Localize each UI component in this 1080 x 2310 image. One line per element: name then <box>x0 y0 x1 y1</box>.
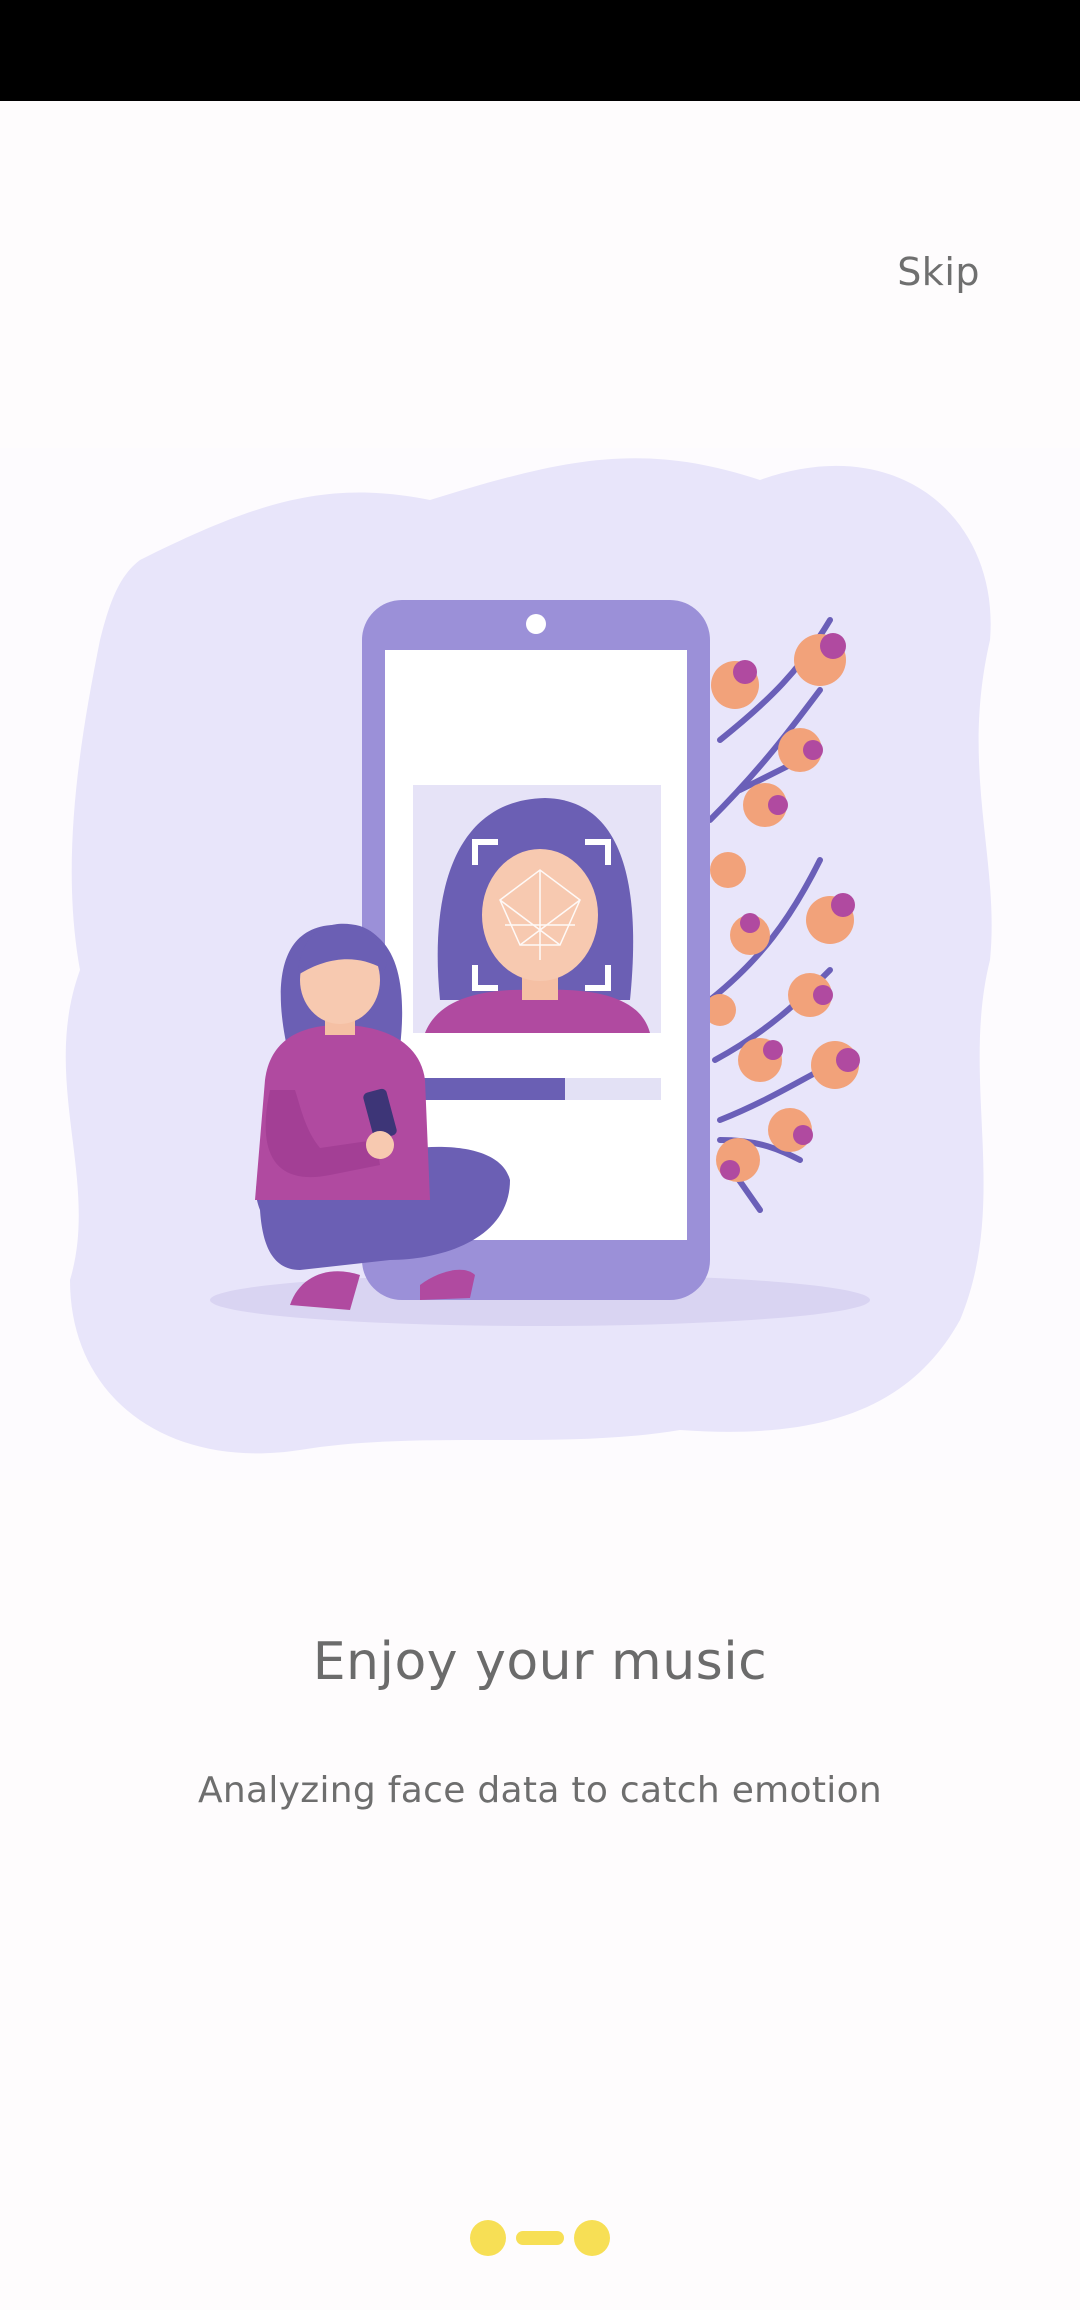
skip-button[interactable]: Skip <box>893 244 984 300</box>
page-dot-2-active[interactable] <box>516 2231 564 2245</box>
page-subtitle: Analyzing face data to catch emotion <box>197 1770 883 1811</box>
status-bar <box>0 0 1080 101</box>
page-title: Enjoy your music <box>312 1632 768 1692</box>
face-scan-illustration <box>0 440 1080 1480</box>
page-dot-3[interactable] <box>574 2220 610 2256</box>
page-dot-1[interactable] <box>470 2220 506 2256</box>
page-indicator <box>0 2218 1080 2258</box>
